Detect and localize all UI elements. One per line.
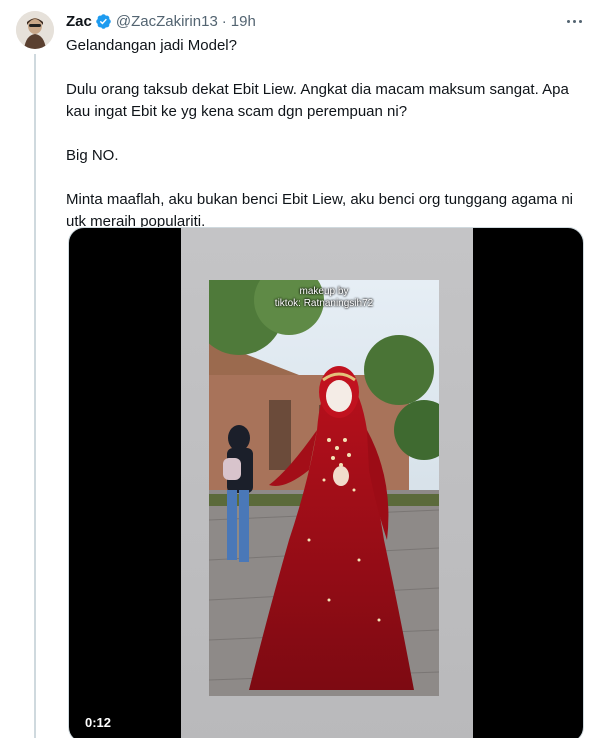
separator-dot: · — [221, 12, 227, 30]
avatar[interactable] — [16, 11, 54, 49]
tweet: Zac @ZacZakirin13 · 19h Gelandangan jadi… — [0, 0, 590, 738]
video-duration: 0:12 — [79, 713, 118, 732]
thread-line — [34, 54, 36, 738]
watermark-line-2: tiktok: Ratnaningsih72 — [274, 298, 374, 309]
tweet-header: Zac @ZacZakirin13 · 19h — [66, 11, 256, 31]
video-watermark: makeup by tiktok: Ratnaningsih72 — [209, 286, 439, 310]
video-frame: makeup by tiktok: Ratnaningsih72 — [181, 228, 473, 738]
video-player[interactable]: makeup by tiktok: Ratnaningsih72 0:12 — [68, 227, 584, 738]
author-name[interactable]: Zac — [66, 13, 92, 30]
verified-badge-icon — [95, 13, 112, 30]
tweet-text: Gelandangan jadi Model? Dulu orang taksu… — [66, 35, 578, 255]
video-thumbnail: makeup by tiktok: Ratnaningsih72 — [209, 280, 439, 696]
tweet-paragraph-3: Big NO. — [66, 147, 119, 164]
more-horizontal-icon[interactable] — [562, 13, 586, 29]
tweet-paragraph-2: Dulu orang taksub dekat Ebit Liew. Angka… — [66, 81, 569, 120]
author-handle[interactable]: @ZacZakirin13 — [116, 13, 218, 30]
watermark-line-1: makeup by — [299, 286, 349, 297]
tweet-paragraph-1: Gelandangan jadi Model? — [66, 37, 237, 54]
timestamp[interactable]: 19h — [231, 13, 256, 30]
